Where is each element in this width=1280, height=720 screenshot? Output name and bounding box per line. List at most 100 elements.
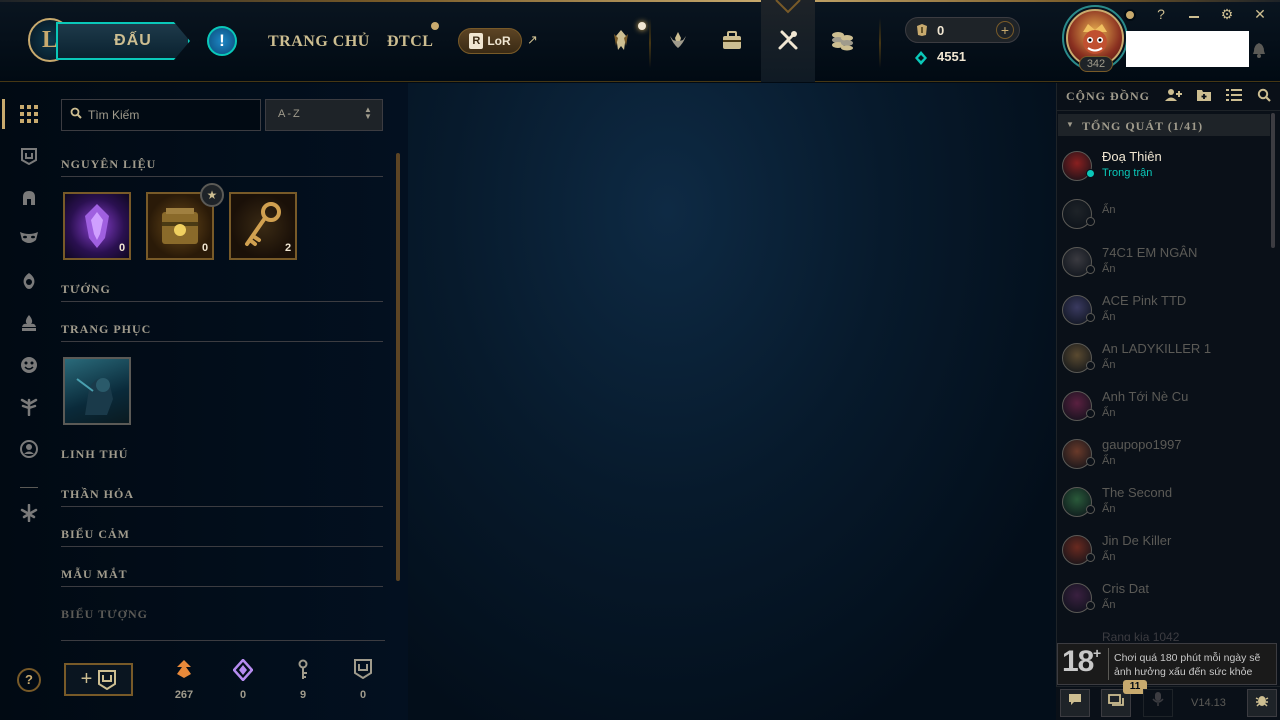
- friend-status-dot: [1086, 505, 1095, 514]
- category-divider: [61, 341, 383, 342]
- collection-scrollbar[interactable]: [396, 153, 400, 581]
- friend-name[interactable]: The Second: [1102, 485, 1172, 500]
- notification-bell-icon[interactable]: [1252, 42, 1266, 62]
- friend-status-dot: [1086, 553, 1095, 562]
- collection-icon[interactable]: [714, 22, 750, 58]
- material-count: 2: [285, 242, 292, 254]
- friend-status-dot: [1086, 313, 1095, 322]
- category-divider: [61, 586, 383, 587]
- settings-gear-icon[interactable]: ⚙: [1218, 6, 1236, 23]
- chevron-down-icon: ▼: [1066, 120, 1074, 129]
- category-champions[interactable]: TƯỚNG: [61, 282, 111, 297]
- profile-icon[interactable]: [18, 440, 40, 462]
- age-rating-number: 18: [1062, 645, 1094, 678]
- online-status-dot: [1124, 9, 1136, 21]
- category-eternals[interactable]: MẪU MẮT: [61, 567, 128, 582]
- riot-points-amount: 0: [937, 23, 945, 38]
- nav-home[interactable]: TRANG CHỦ: [268, 33, 370, 51]
- play-button[interactable]: ĐẤU: [56, 22, 190, 60]
- category-divider: [61, 176, 383, 177]
- fire-icon[interactable]: [18, 314, 40, 336]
- social-search-icon[interactable]: [1255, 88, 1273, 105]
- mythic-essence-value: 0: [239, 689, 247, 701]
- add-rp-button[interactable]: +: [996, 21, 1014, 39]
- footer-divider: [61, 640, 385, 641]
- friend-status-dot: [1086, 217, 1095, 226]
- microphone-icon[interactable]: [1143, 689, 1173, 717]
- category-divider: [61, 301, 383, 302]
- friend-name[interactable]: An LADYKILLER 1: [1102, 341, 1211, 356]
- bug-report-icon[interactable]: [1247, 689, 1277, 717]
- add-folder-icon[interactable]: [1195, 88, 1213, 105]
- ward-icon[interactable]: [18, 272, 40, 294]
- lor-button[interactable]: R LoR: [458, 28, 522, 54]
- friend-status-text: Trong trận: [1102, 167, 1153, 179]
- rail-active-indicator: [2, 99, 5, 129]
- friend-status-dot: [1086, 265, 1095, 274]
- star-badge-icon: ★: [200, 183, 224, 207]
- notification-dot: [638, 22, 646, 30]
- tft-icon[interactable]: [660, 22, 696, 58]
- blue-essence-icon: [914, 51, 928, 68]
- social-divider: [1056, 110, 1280, 111]
- friend-name[interactable]: gaupopo1997: [1102, 437, 1182, 452]
- friend-status-dot: [1086, 361, 1095, 370]
- alert-icon[interactable]: !: [207, 26, 237, 56]
- friend-status-text: Ẩn: [1102, 503, 1116, 515]
- chest-count-icon: [352, 659, 374, 684]
- friend-status-dot: [1086, 409, 1095, 418]
- category-skins[interactable]: TRANG PHỤC: [61, 322, 151, 337]
- search-input[interactable]: [88, 106, 253, 124]
- event-icon[interactable]: [18, 503, 40, 526]
- nav-tft[interactable]: ĐTCL: [387, 33, 433, 51]
- age-warning-text: Chơi quá 180 phút mỗi ngày sẽ ảnh hưởng …: [1114, 652, 1261, 678]
- material-count: 0: [119, 242, 126, 254]
- key-fragment-value: 9: [299, 689, 307, 701]
- tree-icon[interactable]: [18, 398, 40, 420]
- tft-notification-dot: [431, 22, 439, 30]
- helmet-icon[interactable]: [18, 189, 40, 211]
- chest-count-value: 0: [359, 689, 367, 701]
- blue-essence-amount: 4551: [937, 49, 966, 64]
- lor-label: LoR: [487, 34, 511, 48]
- search-icon: [70, 107, 82, 122]
- grid-icon[interactable]: [18, 105, 40, 127]
- store-icon[interactable]: [824, 22, 860, 58]
- category-materials[interactable]: NGUYÊN LIỆU: [61, 157, 156, 172]
- friend-name-partial: Rang kia 1042: [1102, 630, 1180, 641]
- category-emotes[interactable]: BIỂU CẢM: [61, 527, 130, 542]
- category-ward-skins[interactable]: THẦN HỎA: [61, 487, 134, 502]
- category-icons[interactable]: BIỂU TƯỢNG: [61, 607, 148, 622]
- category-pets[interactable]: LINH THÚ: [61, 447, 128, 462]
- help-window-button[interactable]: ?: [1152, 6, 1170, 22]
- mask-icon[interactable]: [18, 230, 40, 252]
- emote-icon[interactable]: [18, 356, 40, 378]
- mythic-essence-icon: [232, 658, 254, 686]
- friend-name[interactable]: 74C1 EM NGÂN: [1102, 245, 1197, 260]
- chat-icon[interactable]: [1060, 689, 1090, 717]
- friend-status-dot: [1086, 169, 1095, 178]
- social-title: CỘNG ĐỒNG: [1066, 89, 1150, 103]
- friend-status-text: Ẩn: [1102, 407, 1116, 419]
- friend-status-text: Ẩn: [1102, 311, 1116, 323]
- chest-icon: [98, 669, 117, 690]
- friend-status-text: Ẩn: [1102, 551, 1116, 563]
- friend-name[interactable]: Jin De Killer: [1102, 533, 1171, 548]
- help-icon[interactable]: ?: [17, 668, 41, 692]
- list-view-icon[interactable]: [1225, 88, 1243, 105]
- add-loot-button[interactable]: +: [64, 663, 133, 696]
- friend-name[interactable]: Đoạ Thiên: [1102, 149, 1162, 164]
- friend-status-text: Ẩn: [1102, 204, 1116, 216]
- material-count: 0: [202, 242, 209, 254]
- social-scrollbar[interactable]: [1271, 113, 1275, 248]
- add-friend-icon[interactable]: [1165, 88, 1183, 105]
- minimize-button[interactable]: [1185, 6, 1203, 22]
- close-button[interactable]: ✕: [1251, 6, 1269, 23]
- skin-tile[interactable]: [63, 357, 131, 425]
- chest-icon[interactable]: [18, 147, 40, 169]
- champions-icon[interactable]: [603, 22, 639, 58]
- friend-name[interactable]: ACE Pink TTD: [1102, 293, 1186, 308]
- loot-icon[interactable]: [770, 22, 806, 58]
- friend-name[interactable]: Anh Tới Nè Cu: [1102, 389, 1188, 404]
- friend-name[interactable]: Cris Dat: [1102, 581, 1149, 596]
